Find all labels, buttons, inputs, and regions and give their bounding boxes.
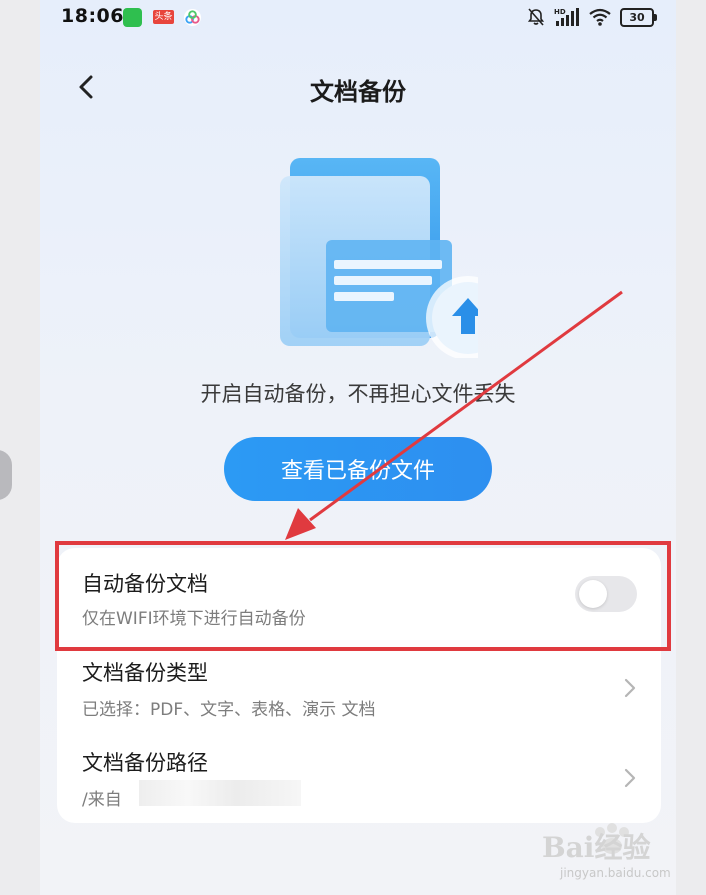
mute-bell-icon	[527, 8, 545, 26]
watermark-text: Bai经验	[542, 831, 651, 864]
toutiao-app-icon: 头条	[153, 10, 174, 24]
wifi-icon	[589, 8, 611, 26]
backup-path-title: 文档备份路径	[82, 751, 208, 775]
settings-card: 自动备份文档 仅在WIFI环境下进行自动备份 文档备份类型 已选择：PDF、文字…	[57, 548, 661, 823]
battery-icon: 30	[620, 7, 657, 27]
hd-signal-icon: HD	[554, 8, 579, 26]
svg-text:HD: HD	[554, 8, 566, 16]
toggle-knob	[579, 580, 607, 608]
backup-tagline: 开启自动备份，不再担心文件丢失	[200, 382, 516, 406]
chevron-right-icon	[624, 678, 636, 698]
auto-backup-title: 自动备份文档	[82, 572, 208, 596]
backup-type-subtitle: 已选择：PDF、文字、表格、演示 文档	[82, 700, 376, 720]
evernote-app-icon	[123, 8, 142, 27]
edge-handle	[0, 450, 12, 500]
document-backup-illustration	[280, 158, 478, 358]
phone-screen: 18:06 头条 HD 30 文档备份 开启自动备份，不再担心文件丢失 查看已备…	[40, 0, 676, 895]
status-bar: 18:06 头条 HD 30	[40, 0, 676, 34]
view-backup-files-button[interactable]: 查看已备份文件	[224, 437, 492, 501]
auto-backup-subtitle: 仅在WIFI环境下进行自动备份	[82, 609, 306, 629]
chevron-right-icon	[624, 768, 636, 788]
backup-type-row[interactable]: 文档备份类型 已选择：PDF、文字、表格、演示 文档	[57, 643, 661, 733]
status-icons: HD 30	[526, 6, 657, 28]
backup-path-subtitle: /来自	[82, 790, 122, 810]
watermark-url: jingyan.baidu.com	[560, 866, 671, 880]
auto-backup-toggle[interactable]	[575, 576, 637, 612]
backup-type-title: 文档备份类型	[82, 661, 208, 685]
blurred-path-region	[139, 780, 301, 806]
backup-path-row[interactable]: 文档备份路径 /来自	[57, 733, 661, 823]
page-title: 文档备份	[310, 78, 406, 106]
status-time: 18:06	[61, 5, 124, 27]
cloud-app-icon	[183, 8, 202, 27]
auto-backup-row[interactable]: 自动备份文档 仅在WIFI环境下进行自动备份	[57, 548, 661, 638]
